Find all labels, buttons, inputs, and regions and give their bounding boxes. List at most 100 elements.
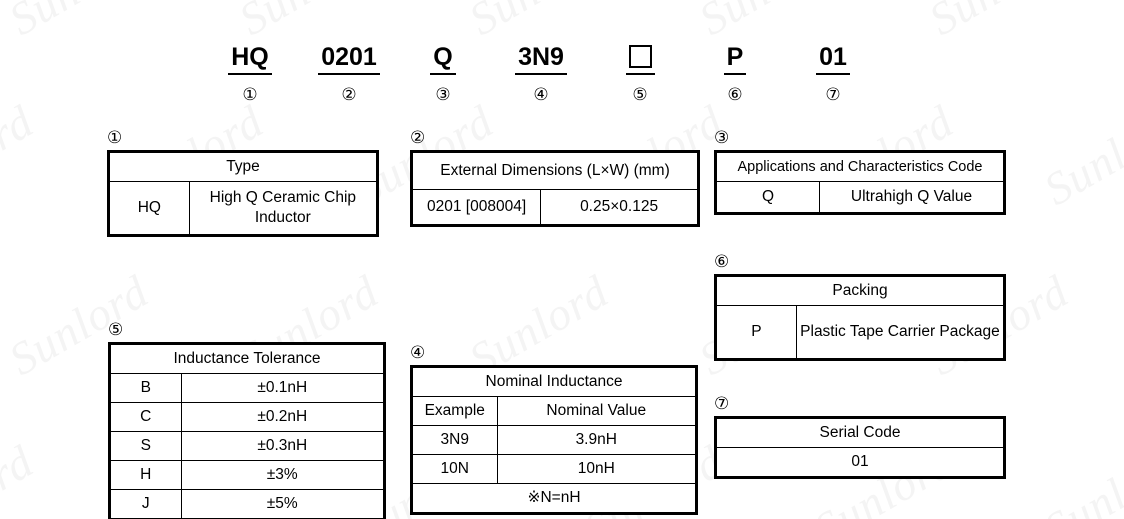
part-number-breakdown-diagram: Sunlord Sunlord Sunlord Sunlord Sunlord Sunlo…	[0, 0, 1124, 519]
pn-marker-3: ③	[435, 85, 451, 104]
table-row: Nominal Inductance	[411, 366, 697, 397]
table-row: Example Nominal Value	[411, 396, 697, 426]
table-row: Packing	[715, 275, 1005, 306]
block-marker-3: ③	[714, 128, 730, 147]
block-marker-2: ②	[410, 128, 426, 147]
type-description: High Q Ceramic Chip Inductor	[188, 181, 379, 236]
pn-code-2: 0201	[318, 42, 380, 75]
pn-segment-7: 01 ⑦	[803, 42, 863, 105]
inductance-value: 3.9nH	[496, 425, 697, 455]
block-marker-7: ⑦	[714, 394, 730, 413]
pn-segment-4: 3N9 ④	[505, 42, 577, 105]
block-dimensions: ② External Dimensions (L×W) (mm) 0201 [0…	[410, 128, 700, 227]
watermark-text: Sunlord	[0, 0, 157, 46]
type-code: HQ	[108, 181, 190, 236]
inductance-example: 3N9	[411, 425, 498, 455]
watermark-text: Sunlord	[230, 0, 387, 46]
table-row: 01	[715, 447, 1005, 478]
packing-code: P	[715, 305, 797, 360]
table-row: Applications and Characteristics Code	[715, 151, 1005, 182]
packing-header: Packing	[715, 275, 1005, 306]
watermark-text: Sunlord	[0, 435, 42, 519]
pn-code-6: P	[723, 42, 747, 75]
table-row: HQ High Q Ceramic Chip Inductor	[108, 181, 379, 236]
table-row: 10N 10nH	[411, 454, 697, 484]
table-row: S ±0.3nH	[109, 431, 385, 461]
serial-header: Serial Code	[715, 417, 1005, 448]
pn-segment-1: HQ ①	[215, 42, 285, 105]
applications-header: Applications and Characteristics Code	[715, 151, 1005, 182]
block-marker-6: ⑥	[714, 252, 730, 271]
table-row: H ±3%	[109, 460, 385, 490]
pn-code-4: 3N9	[515, 42, 567, 75]
tolerance-value: ±0.1nH	[180, 373, 385, 403]
table-row: External Dimensions (L×W) (mm)	[411, 151, 699, 190]
pn-marker-6: ⑥	[727, 85, 743, 104]
dimensions-header: External Dimensions (L×W) (mm)	[411, 151, 699, 190]
pn-code-5-placeholder	[625, 42, 655, 75]
table-row: Serial Code	[715, 417, 1005, 448]
packing-table: Packing P Plastic Tape Carrier Package	[714, 274, 1006, 361]
inductance-col-value: Nominal Value	[496, 396, 697, 426]
block-marker-4: ④	[410, 343, 426, 362]
inductance-header: Nominal Inductance	[411, 366, 697, 397]
type-table: Type HQ High Q Ceramic Chip Inductor	[107, 150, 379, 237]
tolerance-value: ±0.3nH	[180, 431, 385, 461]
pn-code-3: Q	[430, 42, 456, 75]
tolerance-code: J	[109, 489, 182, 519]
applications-description: Ultrahigh Q Value	[819, 181, 1005, 214]
dimensions-table: External Dimensions (L×W) (mm) 0201 [008…	[410, 150, 700, 227]
inductance-table: Nominal Inductance Example Nominal Value…	[410, 365, 698, 515]
inductance-value: 10nH	[496, 454, 697, 484]
table-row: C ±0.2nH	[109, 402, 385, 432]
tolerance-header: Inductance Tolerance	[109, 343, 385, 374]
tolerance-code: C	[109, 402, 182, 432]
watermark-text: Sunlord	[460, 0, 617, 46]
table-row: P Plastic Tape Carrier Package	[715, 305, 1006, 360]
inductance-note: ※N=nH	[411, 483, 697, 514]
tolerance-value: ±3%	[180, 460, 385, 490]
tolerance-table: Inductance Tolerance B ±0.1nH C ±0.2nH S…	[108, 342, 386, 519]
watermark-text: Sunlord	[690, 0, 847, 46]
serial-table: Serial Code 01	[714, 416, 1006, 479]
pn-marker-5: ⑤	[632, 85, 648, 104]
pn-segment-6: P ⑥	[707, 42, 763, 105]
packing-description: Plastic Tape Carrier Package	[795, 305, 1006, 360]
block-packing: ⑥ Packing P Plastic Tape Carrier Package	[714, 252, 1006, 361]
tolerance-value: ±5%	[180, 489, 385, 519]
table-row: Inductance Tolerance	[109, 343, 385, 374]
dimensions-value: 0.25×0.125	[540, 189, 699, 226]
block-applications: ③ Applications and Characteristics Code …	[714, 128, 1006, 215]
table-row: Q Ultrahigh Q Value	[714, 181, 1005, 214]
pn-marker-4: ④	[533, 85, 549, 104]
applications-table: Applications and Characteristics Code Q …	[714, 150, 1006, 215]
pn-marker-7: ⑦	[825, 85, 841, 104]
inductance-example: 10N	[411, 454, 498, 484]
tolerance-code: H	[109, 460, 182, 490]
table-row: J ±5%	[109, 489, 385, 519]
tolerance-code: B	[109, 373, 182, 403]
inductance-col-example: Example	[411, 396, 498, 426]
pn-marker-1: ①	[242, 85, 258, 104]
pn-segment-3: Q ③	[413, 42, 473, 105]
table-row: 0201 [008004] 0.25×0.125	[410, 189, 699, 226]
pn-code-7: 01	[816, 42, 850, 75]
block-marker-1: ①	[107, 128, 123, 147]
block-serial: ⑦ Serial Code 01	[714, 394, 1006, 479]
pn-segment-5: ⑤	[612, 42, 668, 105]
part-number-row: HQ ① 0201 ② Q ③ 3N9 ④ ⑤ P ⑥ 01 ⑦	[0, 42, 1124, 122]
table-row: 3N9 3.9nH	[411, 425, 697, 455]
watermark-text: Sunlord	[1035, 435, 1124, 519]
table-row: ※N=nH	[411, 483, 697, 514]
table-row: Type	[108, 151, 378, 182]
pn-segment-2: 0201 ②	[308, 42, 390, 105]
type-header: Type	[108, 151, 378, 182]
pn-code-1: HQ	[228, 42, 272, 75]
block-type: ① Type HQ High Q Ceramic Chip Inductor	[107, 128, 379, 237]
pn-marker-2: ②	[341, 85, 357, 104]
watermark-text: Sunlord	[920, 0, 1077, 46]
tolerance-value: ±0.2nH	[180, 402, 385, 432]
block-tolerance: ⑤ Inductance Tolerance B ±0.1nH C ±0.2nH…	[108, 320, 386, 519]
applications-code: Q	[714, 181, 821, 214]
table-row: B ±0.1nH	[109, 373, 385, 403]
